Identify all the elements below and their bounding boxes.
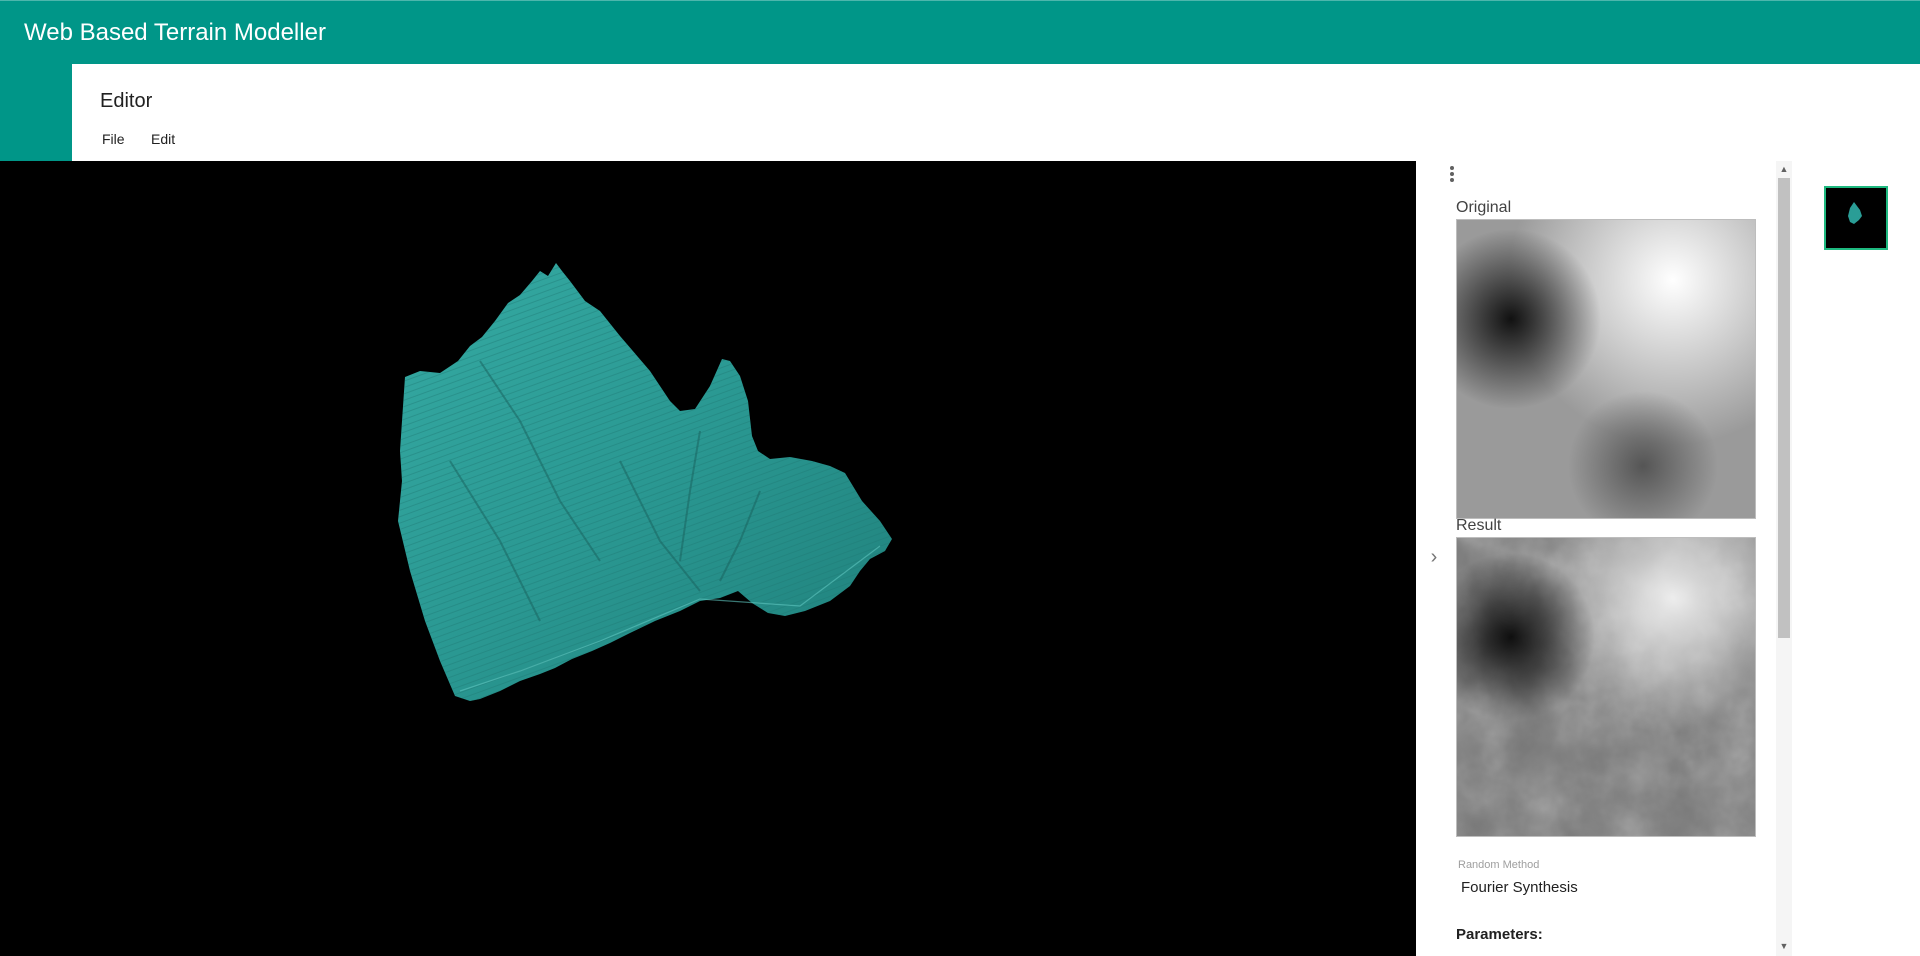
menu-file[interactable]: File [102,131,125,147]
app-bar: Web Based Terrain Modeller [0,0,1920,64]
terrain-3d-viewport[interactable] [0,161,1416,956]
app-title: Web Based Terrain Modeller [24,19,326,46]
editor-header: Editor File Edit [72,64,1920,161]
scroll-up-icon[interactable]: ▲ [1778,163,1790,175]
terrain-render [398,263,892,701]
panel-toggle[interactable]: › [1416,161,1456,956]
result-heightmap-image [1457,538,1755,836]
side-accent [0,64,72,161]
original-heightmap [1456,219,1756,519]
more-vert-icon[interactable] [1446,164,1458,184]
scroll-down-icon[interactable]: ▼ [1778,940,1790,952]
thumbnail-terrain-icon [1848,202,1862,224]
result-label: Result [1456,517,1502,534]
original-heightmap-image [1457,220,1755,518]
chevron-right-icon[interactable]: › [1424,547,1444,567]
parameters-heading: Parameters: [1456,926,1543,943]
random-method-label: Random Method [1458,859,1540,871]
menu-edit[interactable]: Edit [151,131,175,147]
scrollbar-thumb[interactable] [1778,178,1790,638]
result-heightmap [1456,537,1756,837]
terrain-thumbnail[interactable] [1824,186,1888,250]
original-label: Original [1456,199,1512,216]
page-title: Editor [100,90,153,112]
random-method-select[interactable]: Fourier Synthesis [1461,879,1578,896]
